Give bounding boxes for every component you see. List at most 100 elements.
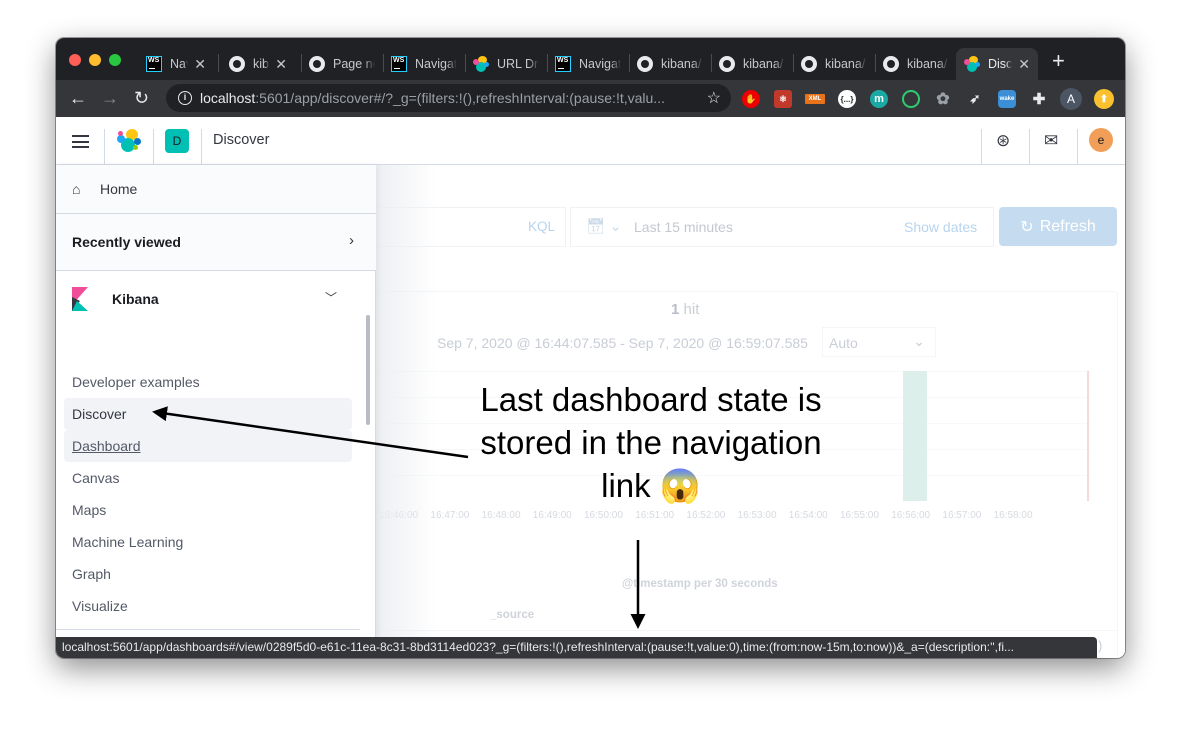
menu-toggle-button[interactable]	[72, 135, 89, 148]
new-tab-button[interactable]: +	[1052, 50, 1065, 72]
webstorm-icon: WS	[391, 56, 407, 72]
info-icon[interactable]: i	[178, 91, 192, 105]
puzzle-gray-icon[interactable]: ✿	[934, 90, 952, 108]
x-tick-label: 16:52:00	[686, 510, 726, 521]
github-icon	[719, 56, 735, 72]
nav-item-dashboard[interactable]: Dashboard	[64, 430, 352, 462]
browser-toolbar: ← → ↻ i localhost:5601/app/discover#/?_g…	[56, 80, 1125, 117]
github-icon	[637, 56, 653, 72]
x-tick-label: 16:47:00	[430, 510, 470, 521]
x-tick-label: 16:55:00	[840, 510, 879, 521]
nav-item-maps[interactable]: Maps	[64, 494, 352, 526]
tab-strip: WS Navigation ✕ kibana ✕ Page not found …	[56, 38, 1125, 80]
nav-item-developer-examples[interactable]: Developer examples	[64, 366, 352, 398]
json-icon[interactable]: {...}	[838, 90, 856, 108]
x-tick-label: 16:57:00	[942, 510, 982, 521]
breadcrumb-app-title: Discover	[213, 132, 270, 148]
address-bar[interactable]: i localhost:5601/app/discover#/?_g=(filt…	[166, 84, 731, 112]
github-icon	[309, 56, 325, 72]
x-tick-label: 16:54:00	[788, 510, 828, 521]
x-tick-label: 16:56:00	[891, 510, 931, 521]
minimize-window-button[interactable]	[89, 54, 101, 66]
browser-tab[interactable]: WS Navigate	[383, 48, 465, 80]
nav-item-discover[interactable]: Discover	[64, 398, 352, 430]
adblock-icon[interactable]: ✋	[742, 90, 760, 108]
webstorm-icon: WS	[555, 56, 571, 72]
x-tick-label: 16:46:00	[379, 510, 419, 521]
kibana-nav-flyout: ⌂ Home Recently viewed › Kibana ﹀ Develo…	[56, 165, 376, 658]
browser-tab[interactable]: WS Navigate	[547, 48, 629, 80]
browser-tab[interactable]: kibana/	[875, 48, 957, 80]
current-time-marker	[1087, 371, 1089, 501]
debug-icon[interactable]: ⚛	[774, 90, 792, 108]
browser-tab[interactable]: kibana/	[629, 48, 711, 80]
x-tick-label: 16:49:00	[532, 510, 572, 521]
annotation-text: Last dashboard state is stored in the na…	[480, 381, 822, 504]
show-dates-link[interactable]: Show dates	[904, 219, 977, 235]
nav-group-kibana[interactable]: Kibana ﹀	[72, 287, 337, 311]
hits-count: 1 hit	[671, 301, 700, 318]
back-button[interactable]: ←	[69, 88, 87, 108]
telescope-icon[interactable]: ➶	[966, 90, 984, 108]
nav-item-canvas[interactable]: Canvas	[64, 462, 352, 494]
elastic-logo[interactable]	[117, 129, 141, 153]
browser-tab[interactable]: URL Drilldown	[465, 48, 547, 80]
github-icon	[229, 56, 245, 72]
newsfeed-mail-icon[interactable]: ✉	[1044, 131, 1058, 151]
refresh-button[interactable]: ↻ Refresh	[999, 207, 1117, 246]
nav-recently-viewed[interactable]: Recently viewed ›	[56, 214, 376, 271]
browser-tab[interactable]: kibana ✕	[221, 48, 295, 80]
home-icon: ⌂	[72, 181, 81, 197]
x-tick-label: 16:58:00	[993, 510, 1033, 521]
nav-item-visualize[interactable]: Visualize	[64, 590, 352, 622]
calendar-icon[interactable]: 📅︎ ⌄	[586, 217, 622, 235]
wakeme-icon[interactable]: wake	[998, 90, 1016, 108]
nav-scrollbar[interactable]	[366, 315, 370, 425]
close-tab-icon[interactable]: ✕	[194, 56, 206, 73]
nav-item-graph[interactable]: Graph	[64, 558, 352, 590]
nav-home-link[interactable]: ⌂ Home	[56, 165, 376, 214]
link-status-bar: localhost:5601/app/dashboards#/view/0289…	[56, 637, 1097, 658]
nav-item-machine-learning[interactable]: Machine Learning	[64, 526, 352, 558]
chevron-down-icon: ﹀	[325, 291, 338, 305]
close-tab-icon[interactable]: ✕	[1018, 56, 1030, 73]
close-window-button[interactable]	[69, 54, 81, 66]
m-icon[interactable]: m	[870, 90, 888, 108]
browser-window: WS Navigation ✕ kibana ✕ Page not found …	[56, 38, 1125, 658]
extensions-icon[interactable]: ✚	[1030, 90, 1048, 108]
chevron-down-icon: ⌄	[913, 333, 925, 349]
maximize-window-button[interactable]	[109, 54, 121, 66]
browser-tab[interactable]: kibana/	[711, 48, 793, 80]
kibana-logo-icon	[72, 287, 88, 311]
github-icon	[883, 56, 899, 72]
column-header-source[interactable]: _source	[490, 609, 534, 621]
time-range-text[interactable]: Last 15 minutes	[634, 219, 733, 235]
chevron-right-icon: ›	[349, 232, 354, 249]
reload-button[interactable]: ↻	[134, 88, 149, 108]
browser-tab[interactable]: kibana/	[793, 48, 875, 80]
bookmark-star-icon[interactable]: ☆	[707, 88, 721, 108]
elastic-icon	[964, 56, 980, 72]
close-tab-icon[interactable]: ✕	[275, 56, 287, 73]
profile-avatar[interactable]: A	[1060, 88, 1082, 110]
github-icon	[801, 56, 817, 72]
refresh-icon: ↻	[1020, 218, 1034, 236]
interval-select[interactable]: Auto ⌄	[822, 327, 936, 357]
x-tick-label: 16:48:00	[481, 510, 521, 521]
user-avatar[interactable]: e	[1089, 128, 1113, 152]
help-icon[interactable]: ⊛	[996, 131, 1010, 151]
forward-button[interactable]: →	[101, 88, 119, 108]
space-selector[interactable]: D	[165, 129, 189, 153]
x-tick-label: 16:50:00	[584, 510, 623, 521]
target-icon[interactable]	[902, 90, 920, 108]
webstorm-icon: WS	[146, 56, 162, 72]
kibana-header: D Discover ⊛ ✉ e	[56, 117, 1125, 165]
browser-tab-active[interactable]: Discover ✕	[956, 48, 1038, 80]
update-icon[interactable]: ⬆	[1094, 89, 1114, 109]
browser-tab[interactable]: Page not found	[301, 48, 383, 80]
elastic-icon	[473, 56, 489, 72]
histogram-bar[interactable]	[903, 371, 927, 501]
query-language-toggle[interactable]: KQL	[528, 219, 555, 234]
browser-tab[interactable]: WS Navigation ✕	[138, 48, 214, 80]
xml-icon[interactable]: XML	[805, 94, 825, 104]
